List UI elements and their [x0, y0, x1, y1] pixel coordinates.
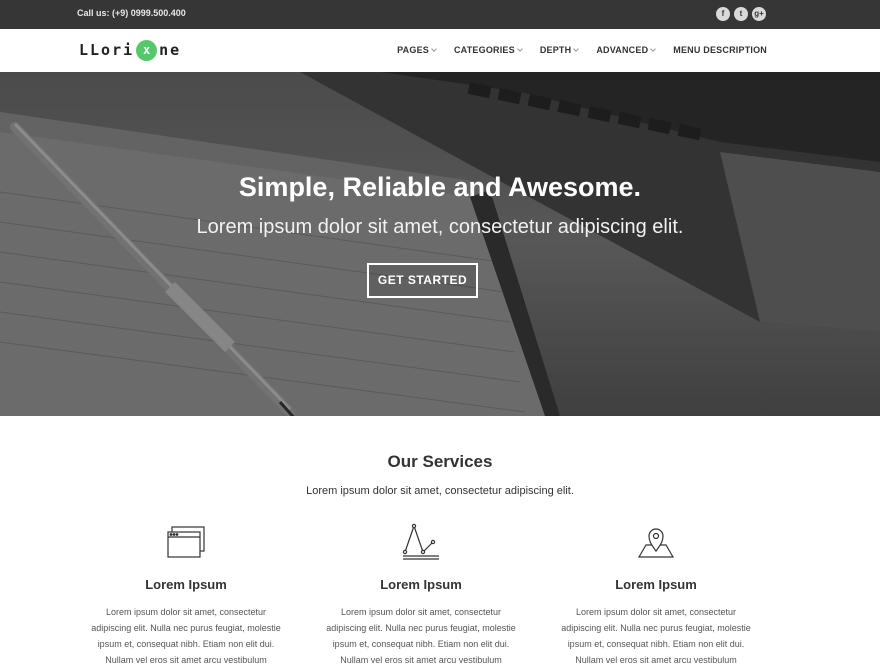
chevron-down-icon [650, 46, 657, 52]
nav-item-menu-description[interactable]: MENU DESCRIPTION [673, 45, 767, 55]
chevron-down-icon [573, 46, 580, 52]
chevron-down-icon [516, 46, 523, 52]
service-title: Lorem Ipsum [615, 577, 697, 592]
nav-item-depth[interactable]: DEPTH [539, 45, 580, 55]
top-bar: Call us: (+9) 0999.500.400 f t g+ [0, 0, 880, 29]
twitter-icon[interactable]: t [734, 7, 748, 21]
line-graph-icon [321, 522, 521, 562]
nav-item-label: ADVANCED [596, 45, 649, 55]
nav-item-advanced[interactable]: ADVANCED [596, 45, 657, 55]
site-logo[interactable]: LLori x ne [79, 38, 181, 62]
hero-title: Simple, Reliable and Awesome. [238, 172, 642, 202]
service-card: Lorem Ipsum Lorem ipsum dolor sit amet, … [321, 522, 521, 668]
main-nav: PAGES CATEGORIES DEPTH ADVANCED MENU DES… [379, 45, 767, 55]
service-card: Lorem Ipsum Lorem ipsum dolor sit amet, … [556, 522, 756, 668]
google-plus-icon[interactable]: g+ [752, 7, 766, 21]
hero-banner: Simple, Reliable and Awesome. Lorem ipsu… [0, 72, 880, 416]
nav-item-pages[interactable]: PAGES [397, 45, 437, 55]
nav-item-categories[interactable]: CATEGORIES [453, 45, 523, 55]
service-title: Lorem Ipsum [380, 577, 462, 592]
service-title: Lorem Ipsum [145, 577, 227, 592]
nav-item-label: DEPTH [539, 45, 572, 55]
service-text: Lorem ipsum dolor sit amet, consectetur … [91, 607, 281, 665]
services-subtitle: Lorem ipsum dolor sit amet, consectetur … [306, 485, 574, 497]
logo-text-right: ne [159, 41, 182, 59]
map-pin-icon [556, 522, 756, 562]
logo-x-badge: x [136, 40, 158, 61]
nav-item-label: CATEGORIES [453, 45, 515, 55]
hero-overlay [0, 72, 880, 416]
call-us-text: Call us: (+9) 0999.500.400 [77, 8, 186, 18]
nav-item-label: MENU DESCRIPTION [673, 45, 767, 55]
browser-windows-icon [86, 522, 286, 562]
nav-item-label: PAGES [397, 45, 429, 55]
site-header: LLori x ne PAGES CATEGORIES DEPTH ADVANCED… [0, 29, 880, 72]
facebook-icon[interactable]: f [716, 7, 730, 21]
get-started-button[interactable]: GET STARTED [367, 263, 478, 298]
service-text: Lorem ipsum dolor sit amet, consectetur … [561, 607, 751, 665]
logo-text-left: LLori [79, 41, 135, 59]
chevron-down-icon [431, 46, 437, 52]
services-title: Our Services [387, 452, 493, 471]
service-card: Lorem Ipsum Lorem ipsum dolor sit amet, … [86, 522, 286, 668]
service-text: Lorem ipsum dolor sit amet, consectetur … [326, 607, 516, 665]
hero-subtitle: Lorem ipsum dolor sit amet, consectetur … [196, 216, 684, 238]
